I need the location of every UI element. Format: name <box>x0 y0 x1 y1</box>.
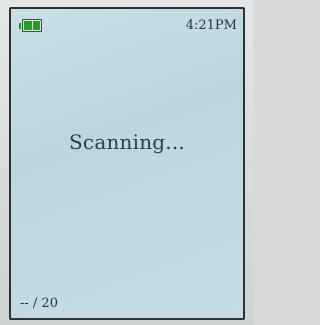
status-bar: 4:21PM <box>11 9 243 37</box>
battery-terminal <box>19 22 21 29</box>
battery-cell <box>24 21 32 30</box>
scan-counter: -- / 20 <box>20 296 58 311</box>
scanning-message: Scanning... <box>69 130 185 154</box>
clock-time: 4:21PM <box>185 18 237 33</box>
device-bezel: 4:21PM Scanning... -- / 20 <box>0 0 253 325</box>
battery-body <box>22 19 42 32</box>
battery-icon <box>19 19 43 32</box>
battery-cell <box>32 21 40 30</box>
device-screen: 4:21PM Scanning... -- / 20 <box>9 7 245 320</box>
